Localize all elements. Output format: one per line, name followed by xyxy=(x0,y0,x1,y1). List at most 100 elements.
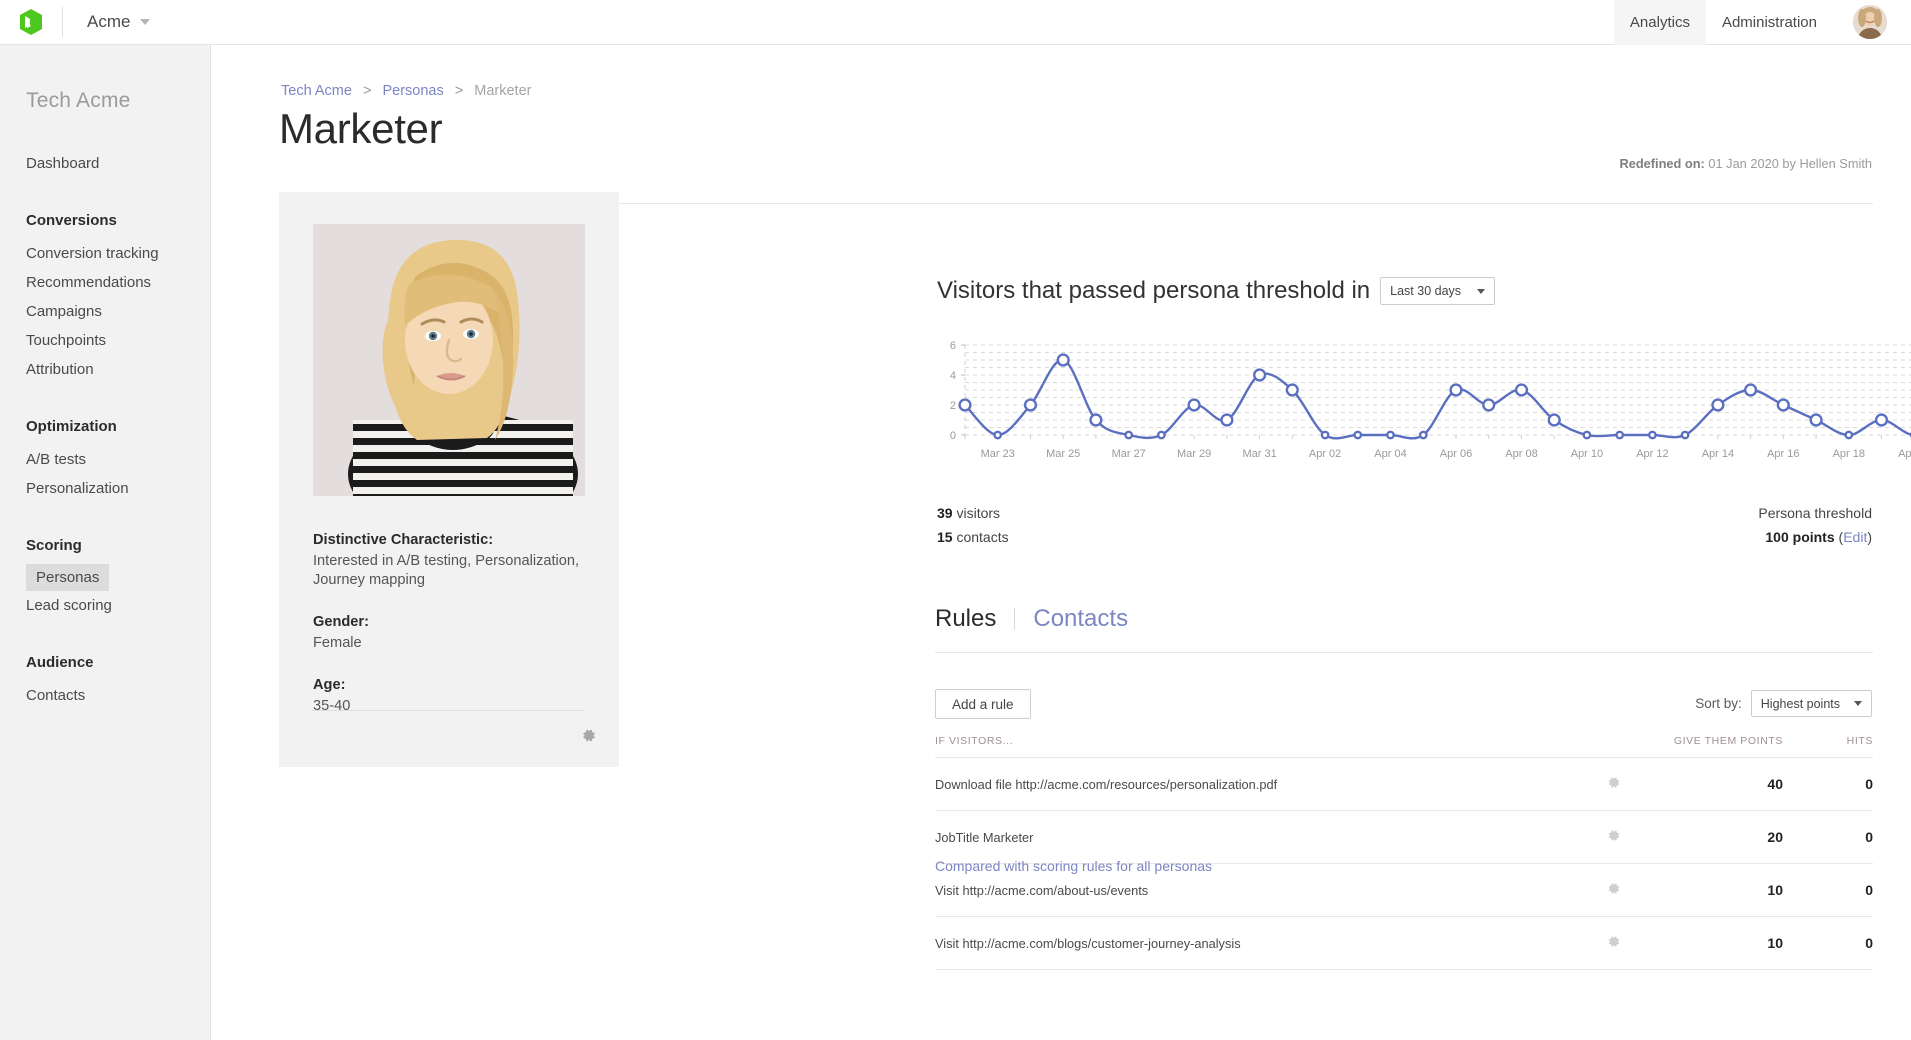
tab-contacts[interactable]: Contacts xyxy=(1015,605,1146,633)
stat-contacts-label: contacts xyxy=(956,529,1008,545)
brand-label: Acme xyxy=(87,12,130,32)
page-title: Marketer xyxy=(279,105,442,153)
attr-value-characteristic: Interested in A/B testing, Personalizati… xyxy=(313,552,593,590)
sidebar-group-audience: Audience xyxy=(0,654,210,671)
redefined-label: Redefined on: xyxy=(1620,156,1705,171)
card-divider xyxy=(313,710,585,711)
col-hits: HITS xyxy=(1783,735,1873,758)
breadcrumb-separator: > xyxy=(363,83,371,99)
redefined-meta: Redefined on: 01 Jan 2020 by Hellen Smit… xyxy=(1620,156,1873,171)
svg-text:Apr 16: Apr 16 xyxy=(1767,448,1799,460)
breadcrumb-current: Marketer xyxy=(474,83,531,99)
date-range-select[interactable]: Last 30 days xyxy=(1380,277,1495,305)
sidebar-item-dashboard[interactable]: Dashboard xyxy=(0,149,210,178)
rules-table: IF VISITORS... GIVE THEM POINTS HITS Dow… xyxy=(935,735,1873,970)
svg-text:2: 2 xyxy=(950,400,956,412)
threshold-edit-link[interactable]: Edit xyxy=(1843,529,1867,545)
rule-condition: Visit http://acme.com/blogs/customer-jou… xyxy=(935,917,1573,970)
redefined-value: 01 Jan 2020 by Hellen Smith xyxy=(1708,156,1872,171)
add-rule-button[interactable]: Add a rule xyxy=(935,689,1031,719)
gear-icon xyxy=(1606,775,1621,790)
persona-portrait-icon xyxy=(313,224,585,496)
rule-hits: 0 xyxy=(1783,864,1873,917)
nav-analytics[interactable]: Analytics xyxy=(1614,0,1706,45)
svg-text:0: 0 xyxy=(950,430,956,442)
date-range-value: Last 30 days xyxy=(1390,284,1461,298)
svg-text:Apr 02: Apr 02 xyxy=(1309,448,1341,460)
sidebar-item-personalization[interactable]: Personalization xyxy=(0,474,210,503)
rule-settings-cell xyxy=(1573,758,1653,811)
chevron-down-icon xyxy=(1477,289,1485,294)
sidebar-item-attribution[interactable]: Attribution xyxy=(0,355,210,384)
tabs-underline xyxy=(935,652,1873,653)
sidebar-item-recommendations[interactable]: Recommendations xyxy=(0,268,210,297)
svg-text:Apr 04: Apr 04 xyxy=(1374,448,1406,460)
rule-points: 40 xyxy=(1653,758,1783,811)
threshold-value: 100 points xyxy=(1765,529,1834,545)
rule-hits: 0 xyxy=(1783,917,1873,970)
svg-text:Apr 12: Apr 12 xyxy=(1636,448,1668,460)
sidebar-item-contacts[interactable]: Contacts xyxy=(0,681,210,710)
rule-settings-cell xyxy=(1573,917,1653,970)
logo-divider xyxy=(62,7,63,37)
sidebar: Tech Acme Dashboard Conversions Conversi… xyxy=(0,45,211,1040)
app-logo[interactable] xyxy=(0,8,62,36)
sidebar-group-scoring: Scoring xyxy=(0,537,210,554)
top-bar: Acme Analytics Administration xyxy=(0,0,1911,45)
sidebar-item-campaigns[interactable]: Campaigns xyxy=(0,297,210,326)
svg-text:Apr 20: Apr 20 xyxy=(1898,448,1911,460)
persona-attributes: Distinctive Characteristic: Interested i… xyxy=(313,532,593,740)
threshold-label: Persona threshold xyxy=(1758,501,1872,525)
compare-rules-link[interactable]: Compared with scoring rules for all pers… xyxy=(935,858,1212,874)
chevron-down-icon xyxy=(1854,701,1862,706)
attr-value-age: 35-40 xyxy=(313,697,593,716)
svg-text:Apr 08: Apr 08 xyxy=(1505,448,1537,460)
nav-administration[interactable]: Administration xyxy=(1706,0,1833,45)
sort-control: Sort by: Highest points xyxy=(1695,690,1872,717)
threshold-row: 100 points (Edit) xyxy=(1758,525,1872,549)
user-avatar-icon xyxy=(1853,5,1887,39)
rules-table-head: IF VISITORS... GIVE THEM POINTS HITS xyxy=(935,735,1873,758)
rule-settings-button[interactable] xyxy=(1606,881,1621,899)
sidebar-item-ab-tests[interactable]: A/B tests xyxy=(0,445,210,474)
acme-cube-logo-icon xyxy=(18,8,44,36)
breadcrumb-root[interactable]: Tech Acme xyxy=(281,83,352,99)
sort-label: Sort by: xyxy=(1695,696,1742,711)
sidebar-item-personas[interactable]: Personas xyxy=(26,564,109,591)
breadcrumb-separator-2: > xyxy=(455,83,463,99)
sidebar-title: Tech Acme xyxy=(0,89,210,113)
avatar[interactable] xyxy=(1853,5,1887,39)
persona-settings-button[interactable] xyxy=(580,727,597,749)
breadcrumb: Tech Acme > Personas > Marketer xyxy=(281,83,531,99)
breadcrumb-personas[interactable]: Personas xyxy=(382,83,443,99)
rule-points: 20 xyxy=(1653,811,1783,864)
sort-value: Highest points xyxy=(1761,697,1840,711)
persona-threshold: Persona threshold 100 points (Edit) xyxy=(1758,501,1872,549)
rule-settings-button[interactable] xyxy=(1606,775,1621,793)
section-tabs: Rules Contacts xyxy=(935,605,1146,633)
attr-label-gender: Gender: xyxy=(313,614,593,630)
svg-text:6: 6 xyxy=(950,340,956,352)
gear-icon xyxy=(1606,828,1621,843)
sort-select[interactable]: Highest points xyxy=(1751,690,1872,717)
rule-settings-cell xyxy=(1573,864,1653,917)
svg-text:Apr 18: Apr 18 xyxy=(1833,448,1865,460)
chart-header: Visitors that passed persona threshold i… xyxy=(937,277,1495,305)
svg-text:Apr 06: Apr 06 xyxy=(1440,448,1472,460)
rule-settings-button[interactable] xyxy=(1606,828,1621,846)
table-row: Download file http://acme.com/resources/… xyxy=(935,758,1873,811)
brand-selector[interactable]: Acme xyxy=(87,12,150,32)
rule-settings-cell xyxy=(1573,811,1653,864)
sidebar-item-conversion-tracking[interactable]: Conversion tracking xyxy=(0,239,210,268)
sidebar-item-touchpoints[interactable]: Touchpoints xyxy=(0,326,210,355)
stat-contacts-number: 15 xyxy=(937,529,953,545)
attr-label-age: Age: xyxy=(313,677,593,693)
gear-icon xyxy=(1606,881,1621,896)
rule-points: 10 xyxy=(1653,864,1783,917)
tab-rules[interactable]: Rules xyxy=(935,605,1014,633)
gear-icon xyxy=(580,727,597,744)
sidebar-item-lead-scoring[interactable]: Lead scoring xyxy=(0,591,210,620)
paren-close: ) xyxy=(1867,529,1872,545)
sidebar-group-conversions: Conversions xyxy=(0,212,210,229)
rule-settings-button[interactable] xyxy=(1606,934,1621,952)
